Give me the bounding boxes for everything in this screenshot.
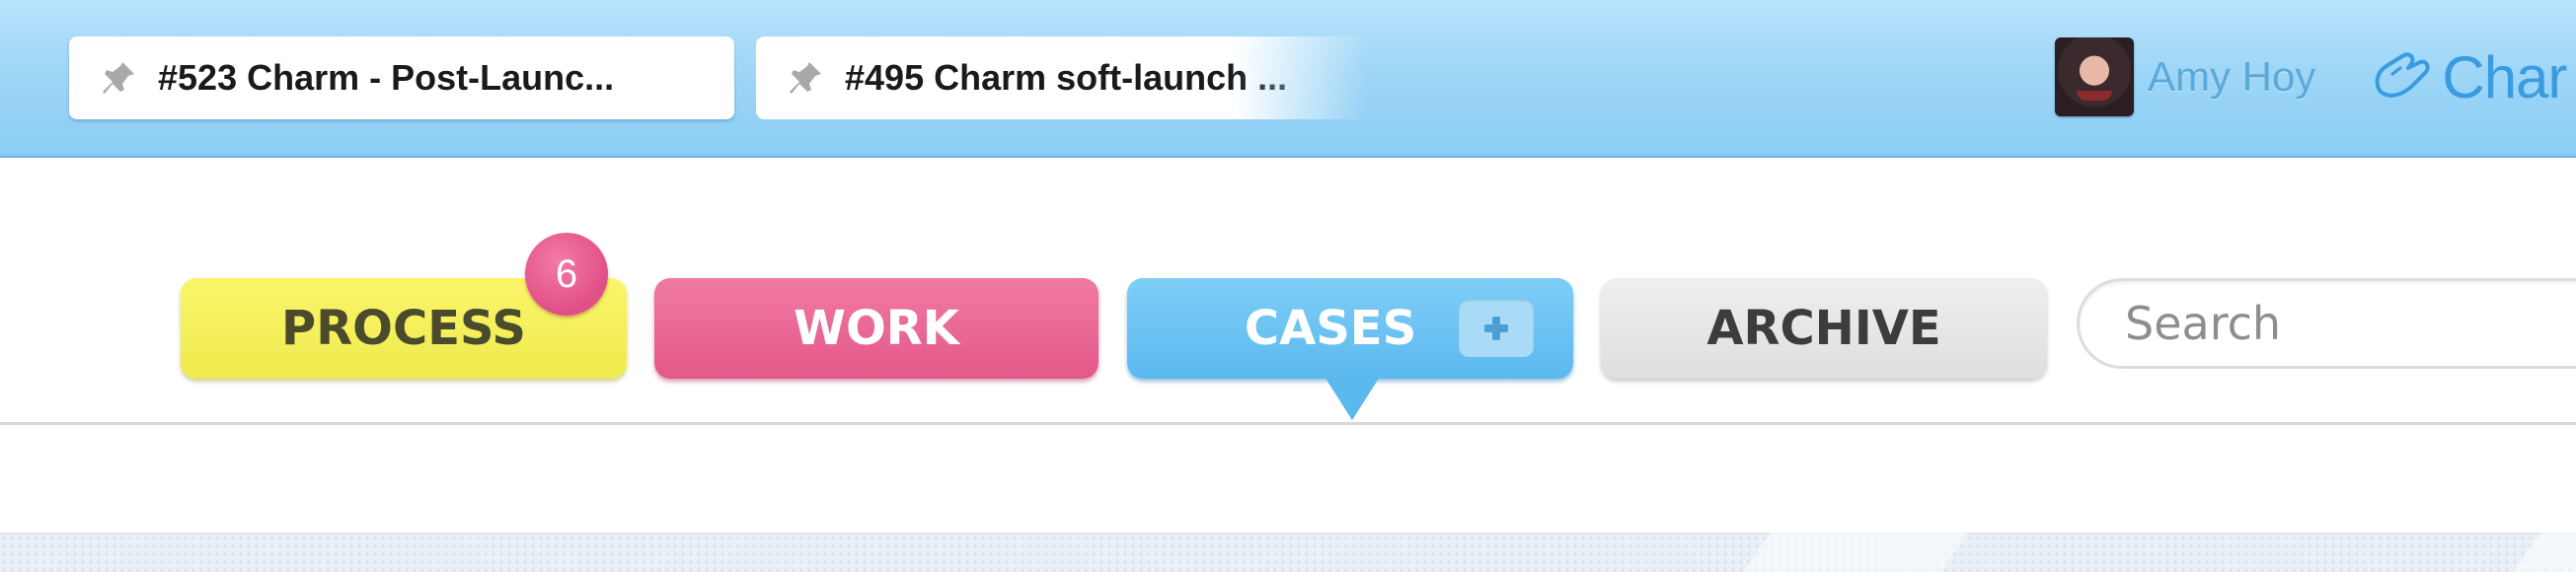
pinned-tab[interactable]: #523 Charm - Post-Launc... bbox=[69, 36, 734, 119]
pin-icon bbox=[790, 62, 821, 94]
brand-name: Char bbox=[2442, 43, 2567, 110]
top-bar: #523 Charm - Post-Launc... #495 Charm so… bbox=[0, 0, 2576, 158]
active-tab-pointer bbox=[1325, 377, 1380, 420]
brand-logo[interactable]: Char bbox=[2369, 43, 2567, 111]
nav-work-button[interactable]: WORK bbox=[654, 278, 1099, 379]
content-background-strip bbox=[0, 533, 2576, 572]
nav-archive-button[interactable]: ARCHIVE bbox=[1601, 278, 2047, 379]
page: #523 Charm - Post-Launc... #495 Charm so… bbox=[0, 0, 2576, 572]
nav-process-label: PROCESS bbox=[281, 301, 526, 356]
avatar[interactable] bbox=[2055, 37, 2134, 116]
background-streak bbox=[1742, 533, 1969, 572]
nav-work-label: WORK bbox=[794, 301, 959, 356]
divider bbox=[0, 422, 2576, 425]
search-input[interactable] bbox=[2077, 278, 2576, 369]
pinned-tab[interactable]: #495 Charm soft-launch ... bbox=[756, 36, 1368, 119]
plus-icon bbox=[1484, 317, 1508, 340]
pinned-tab-label: #523 Charm - Post-Launc... bbox=[158, 57, 615, 98]
pin-icon bbox=[103, 62, 134, 94]
process-count-badge: 6 bbox=[525, 233, 608, 316]
nav-cases-label: CASES bbox=[1244, 301, 1417, 356]
nav-cases-button[interactable]: CASES bbox=[1127, 278, 1573, 379]
user-name[interactable]: Amy Hoy bbox=[2148, 53, 2315, 101]
add-case-button[interactable] bbox=[1459, 300, 1534, 357]
user-menu[interactable]: Amy Hoy Char bbox=[2055, 36, 2567, 118]
nav-archive-label: ARCHIVE bbox=[1706, 301, 1941, 356]
charm-logo-icon bbox=[2375, 52, 2430, 98]
pinned-tab-label: #495 Charm soft-launch ... bbox=[845, 57, 1288, 98]
